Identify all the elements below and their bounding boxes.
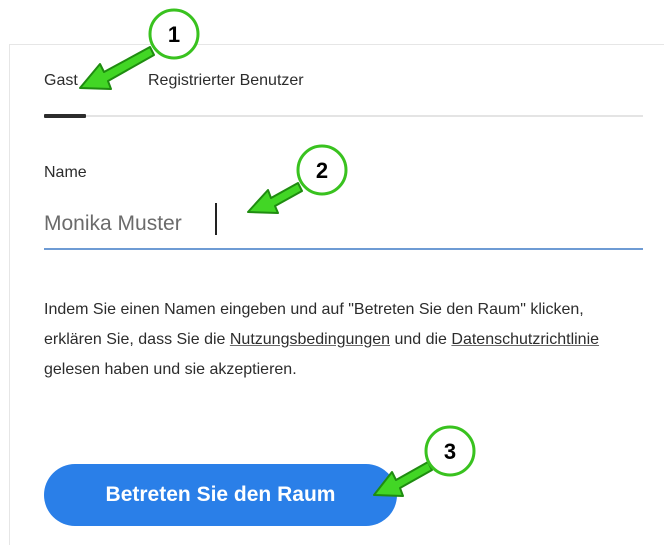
consent-text-middle: und die: [390, 331, 452, 348]
tab-track: [44, 115, 643, 117]
text-cursor: [215, 203, 217, 235]
active-tab-indicator: [44, 114, 86, 118]
terms-of-use-link[interactable]: Nutzungsbedingungen: [230, 331, 390, 348]
name-input[interactable]: [44, 200, 643, 250]
consent-text: Indem Sie einen Namen eingeben und auf "…: [44, 295, 644, 385]
consent-text-after: gelesen haben und sie akzeptieren.: [44, 361, 297, 378]
enter-room-button[interactable]: Betreten Sie den Raum: [44, 464, 397, 526]
join-room-screen: Gast Registrierter Benutzer Name Indem S…: [0, 0, 664, 545]
tab-registered-user[interactable]: Registrierter Benutzer: [148, 72, 304, 90]
tab-guest[interactable]: Gast: [44, 72, 78, 90]
name-field-label: Name: [44, 164, 87, 181]
privacy-policy-link[interactable]: Datenschutzrichtlinie: [451, 331, 599, 348]
